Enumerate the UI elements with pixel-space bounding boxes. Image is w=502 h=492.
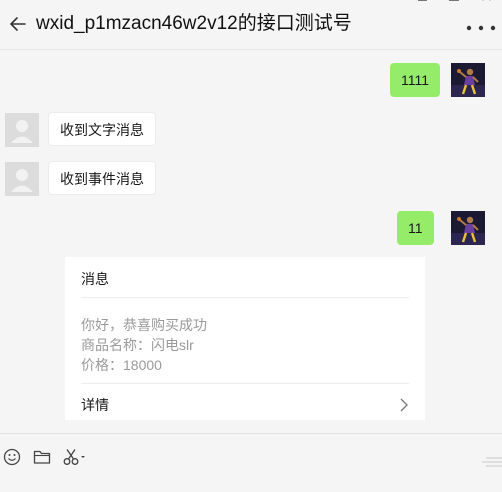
chevron-right-icon: [400, 398, 408, 412]
card-divider: [81, 297, 409, 298]
card-detail-link[interactable]: 详情: [81, 396, 109, 414]
card-divider: [81, 383, 409, 384]
close-icon[interactable]: [470, 0, 502, 8]
outgoing-message-bubble[interactable]: 11: [397, 211, 434, 245]
card-body-line: 商品名称：闪电slr: [81, 337, 194, 353]
chat-title: wxid_p1mzacn46w2v12的接口测试号: [36, 13, 352, 34]
chat-header: wxid_p1mzacn46w2v12的接口测试号: [0, 0, 502, 50]
more-dots-icon[interactable]: [465, 18, 497, 38]
input-mode-icon[interactable]: [482, 456, 502, 468]
self-avatar[interactable]: [451, 63, 485, 97]
emoji-icon[interactable]: [3, 448, 21, 466]
self-avatar[interactable]: [451, 211, 485, 245]
minimize-icon[interactable]: [406, 0, 438, 8]
contact-avatar[interactable]: [5, 113, 39, 147]
arrow-left-icon[interactable]: [8, 14, 28, 34]
card-title: 消息: [81, 271, 109, 287]
window-controls: [406, 0, 502, 8]
input-toolbar: [0, 433, 502, 492]
folder-icon[interactable]: [33, 449, 51, 465]
card-body-line: 价格：18000: [81, 357, 162, 373]
maximize-icon[interactable]: [438, 0, 470, 8]
incoming-message-bubble[interactable]: 收到文字消息: [48, 112, 156, 146]
outgoing-message-bubble[interactable]: 1111: [390, 63, 441, 97]
card-body-line: 你好，恭喜购买成功: [81, 317, 207, 333]
scissors-icon[interactable]: [63, 448, 89, 466]
template-message-card[interactable]: 消息 你好，恭喜购买成功 商品名称：闪电slr 价格：18000 详情: [65, 257, 425, 420]
contact-avatar[interactable]: [5, 162, 39, 196]
incoming-message-bubble[interactable]: 收到事件消息: [48, 161, 156, 195]
